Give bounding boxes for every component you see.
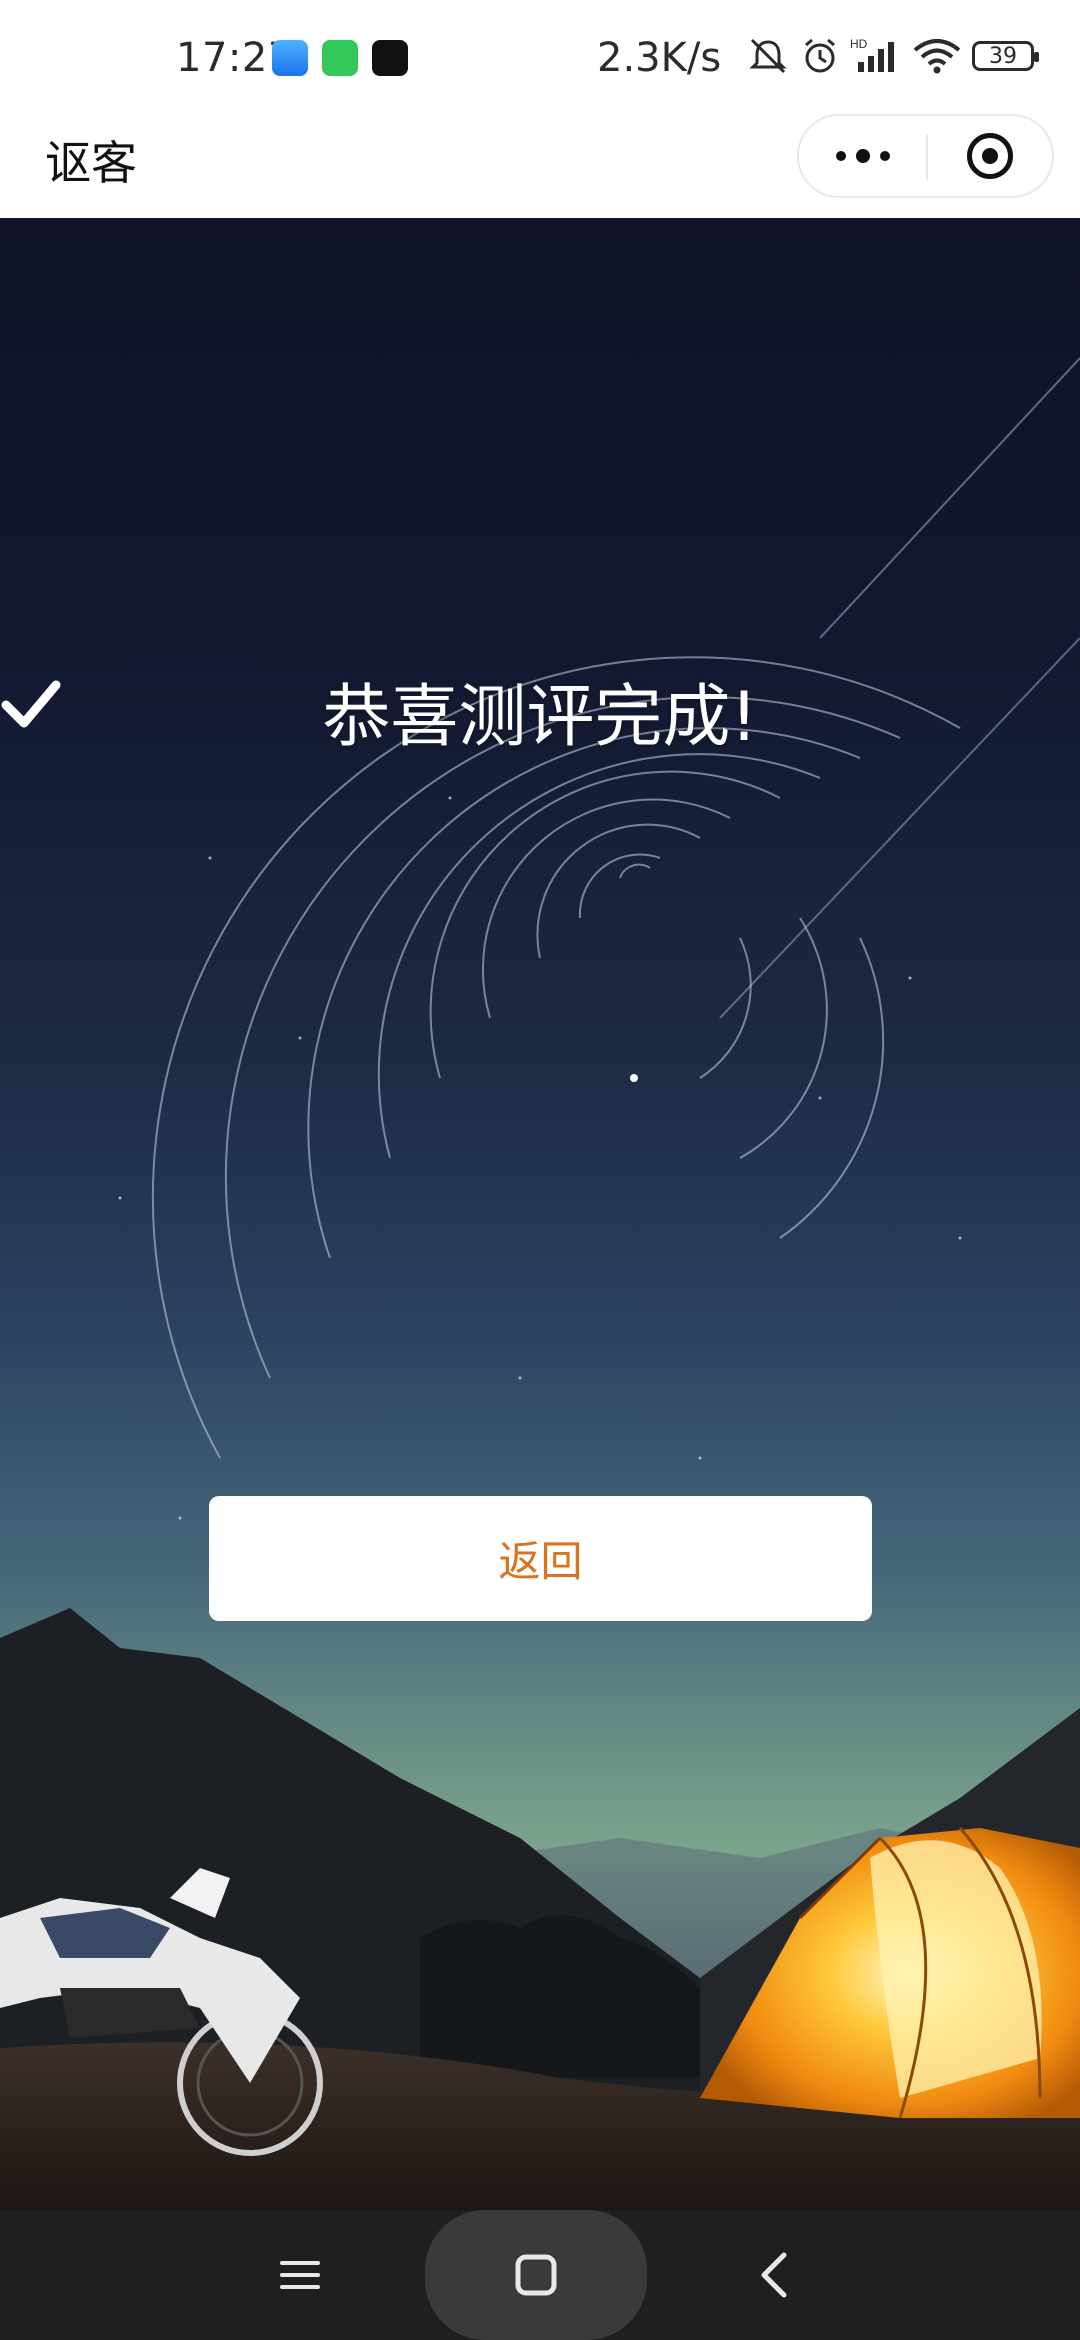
blue-app-icon (272, 40, 308, 76)
more-button[interactable] (799, 116, 926, 196)
back-button[interactable]: 返回 (209, 1496, 872, 1621)
back-icon (761, 2252, 787, 2298)
status-bar: 17:27 2.3K/s HD 39 (0, 0, 1080, 110)
more-dots-icon (835, 151, 846, 161)
miniprogram-capsule (797, 114, 1054, 198)
background-photo: 恭喜测评完成! 返回 (0, 218, 1080, 2210)
checkmark-icon (1, 680, 61, 728)
title-bar: 讴客 (0, 110, 1080, 218)
page-title: 讴客 (45, 136, 137, 190)
hd-signal-icon: HD (850, 37, 894, 72)
wifi-icon (913, 39, 961, 74)
home-icon (515, 2254, 557, 2296)
night-sky-camping-photo (0, 357, 1080, 2210)
more-dots-icon-center (855, 149, 870, 163)
completion-text: 恭喜测评完成! (322, 678, 758, 757)
system-navigation-bar (0, 2210, 1080, 2340)
mute-bell-icon (749, 38, 787, 74)
close-miniprogram-icon (967, 133, 1013, 179)
network-speed: 2.3K/s (597, 35, 722, 81)
green-cat-app-icon (322, 40, 358, 76)
close-miniprogram-button[interactable] (928, 116, 1052, 196)
home-button[interactable] (476, 2210, 596, 2340)
menu-icon (280, 2261, 320, 2289)
completion-headline: 恭喜测评完成! (0, 673, 1080, 763)
status-indicators: HD 39 (746, 36, 1039, 76)
battery-icon: 39 (972, 41, 1039, 71)
more-dots-icon-right (879, 151, 890, 161)
svg-text:HD: HD (850, 37, 868, 51)
recent-apps-button[interactable] (240, 2210, 360, 2340)
alarm-icon (805, 38, 835, 73)
battery-level: 39 (989, 43, 1017, 69)
status-app-icons (272, 40, 408, 76)
back-navigation-button[interactable] (714, 2210, 834, 2340)
close-miniprogram-icon-dot (982, 148, 998, 164)
astar-app-icon (372, 40, 408, 76)
